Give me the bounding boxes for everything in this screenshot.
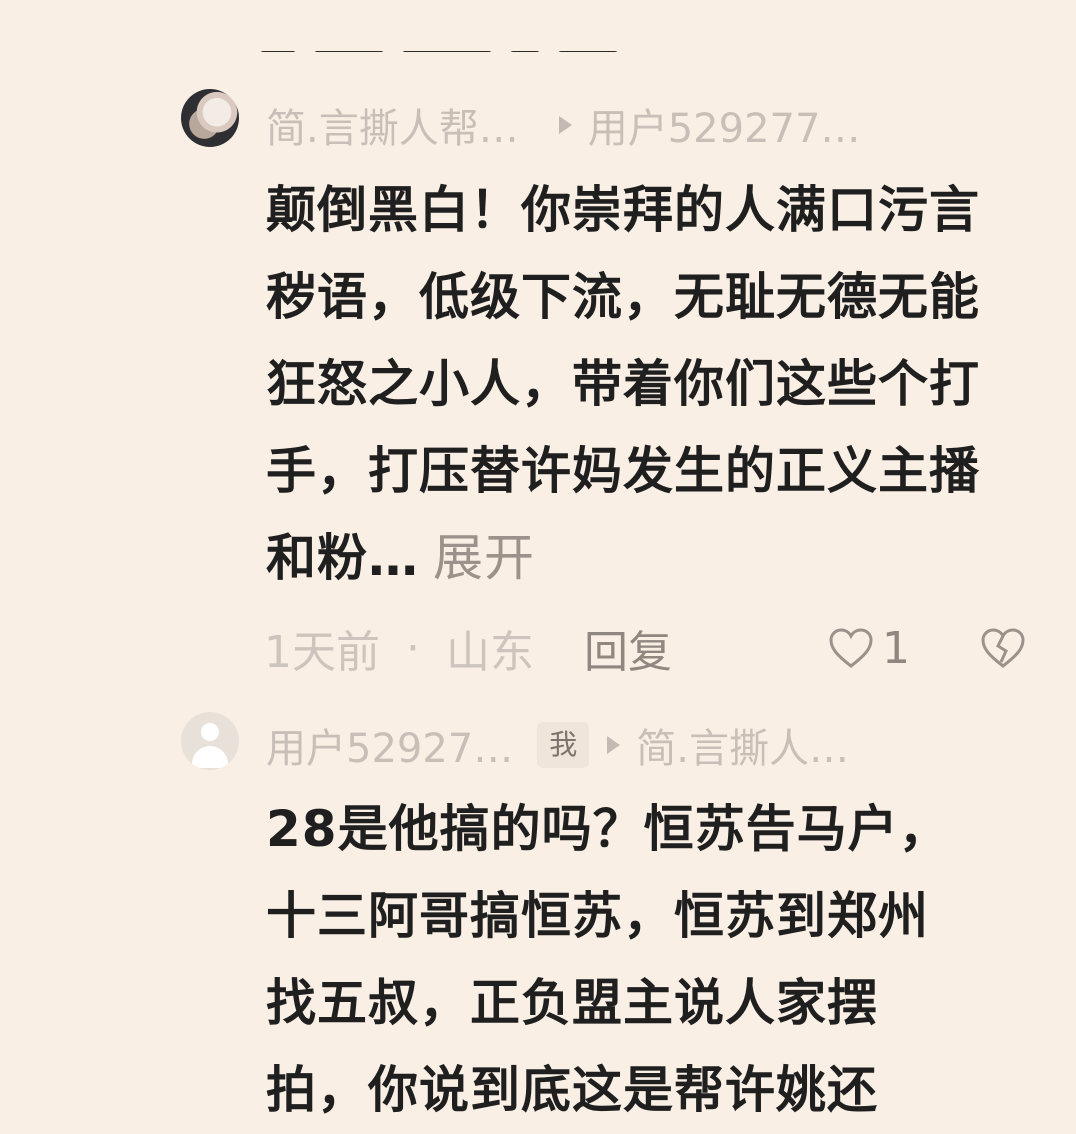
- dislike-button[interactable]: [980, 627, 1026, 669]
- avatar-body-shape: [192, 746, 228, 768]
- user-avatar-default[interactable]: [181, 712, 239, 770]
- avatar-head-shape: [201, 723, 219, 741]
- previous-content-fragment: [260, 30, 680, 52]
- comment-location: 山东: [446, 627, 534, 678]
- reply-arrow-icon: [558, 116, 572, 134]
- comment-text: 28是他搞的吗？恒苏告马户，十三阿哥搞恒苏，恒苏到郑州找五叔，正负盟主说人家摆拍…: [266, 800, 950, 1119]
- reply-button[interactable]: 回复: [584, 616, 672, 680]
- me-badge: 我: [537, 722, 590, 768]
- reply-arrow-icon: [607, 736, 621, 754]
- reply-to-name[interactable]: 用户529277…: [588, 96, 861, 154]
- author-name[interactable]: 简.言撕人帮…: [266, 96, 519, 154]
- comment-header: 用户52927… 我 简.言撕人…: [266, 716, 1036, 774]
- broken-heart-icon: [981, 628, 1025, 668]
- like-button[interactable]: 1: [828, 623, 910, 674]
- heart-outline-icon: [829, 628, 873, 668]
- expand-button[interactable]: 展开: [433, 529, 535, 587]
- meta-separator: ·: [406, 622, 420, 674]
- comment-meta: 1天前 · 山东 回复 1: [264, 618, 1026, 678]
- author-name[interactable]: 用户52927…: [266, 716, 513, 774]
- comment-header: 简.言撕人帮… 用户529277…: [266, 96, 1036, 154]
- like-count: 1: [882, 622, 910, 674]
- comment-text: 颠倒黑白！你崇拜的人满口污言秽语，低级下流，无耻无德无能狂怒之小人，带着你们这些…: [266, 181, 980, 587]
- user-avatar[interactable]: [181, 89, 239, 147]
- reply-to-name[interactable]: 简.言撕人…: [636, 716, 849, 774]
- comment-time: 1天前: [264, 627, 380, 678]
